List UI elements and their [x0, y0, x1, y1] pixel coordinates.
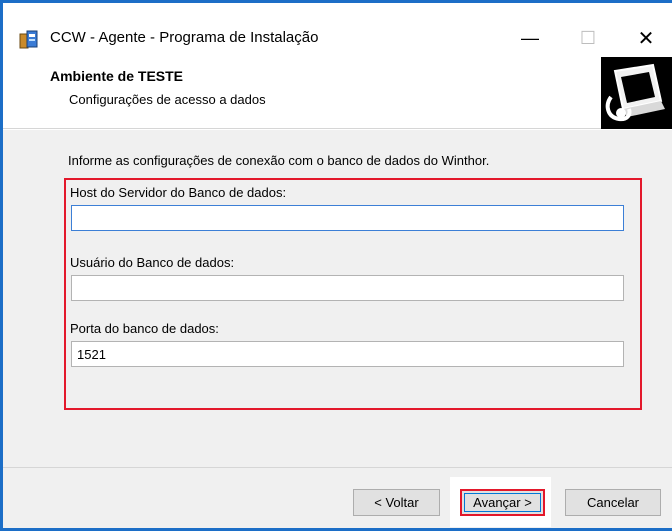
port-input[interactable]	[71, 341, 624, 367]
next-button[interactable]: Avançar >	[460, 489, 545, 516]
title-bar[interactable]: CCW - Agente - Programa de Instalação — …	[3, 3, 672, 51]
user-label: Usuário do Banco de dados:	[70, 255, 235, 270]
page-subtitle: Configurações de acesso a dados	[69, 92, 266, 107]
back-button[interactable]: < Voltar	[353, 489, 440, 516]
wizard-body: Informe as configurações de conexão com …	[3, 130, 672, 467]
page-title: Ambiente de TESTE	[50, 68, 184, 84]
host-label: Host do Servidor do Banco de dados:	[70, 185, 287, 200]
port-label: Porta do banco de dados:	[70, 321, 219, 336]
wizard-footer: < Voltar Avançar > Cancelar	[3, 468, 672, 528]
close-button[interactable]: ✕	[626, 25, 666, 51]
intro-text: Informe as configurações de conexão com …	[68, 153, 490, 168]
minimize-button[interactable]: —	[510, 25, 550, 51]
next-button-label: Avançar >	[464, 493, 541, 512]
window-title: CCW - Agente - Programa de Instalação	[50, 29, 319, 46]
computer-logo-icon	[601, 57, 672, 129]
wizard-header: Ambiente de TESTE Configurações de acess…	[3, 57, 672, 129]
installer-icon	[19, 30, 38, 49]
user-input[interactable]	[71, 275, 624, 301]
cancel-button[interactable]: Cancelar	[565, 489, 661, 516]
host-input[interactable]	[71, 205, 624, 231]
maximize-button[interactable]: ☐	[568, 25, 608, 51]
